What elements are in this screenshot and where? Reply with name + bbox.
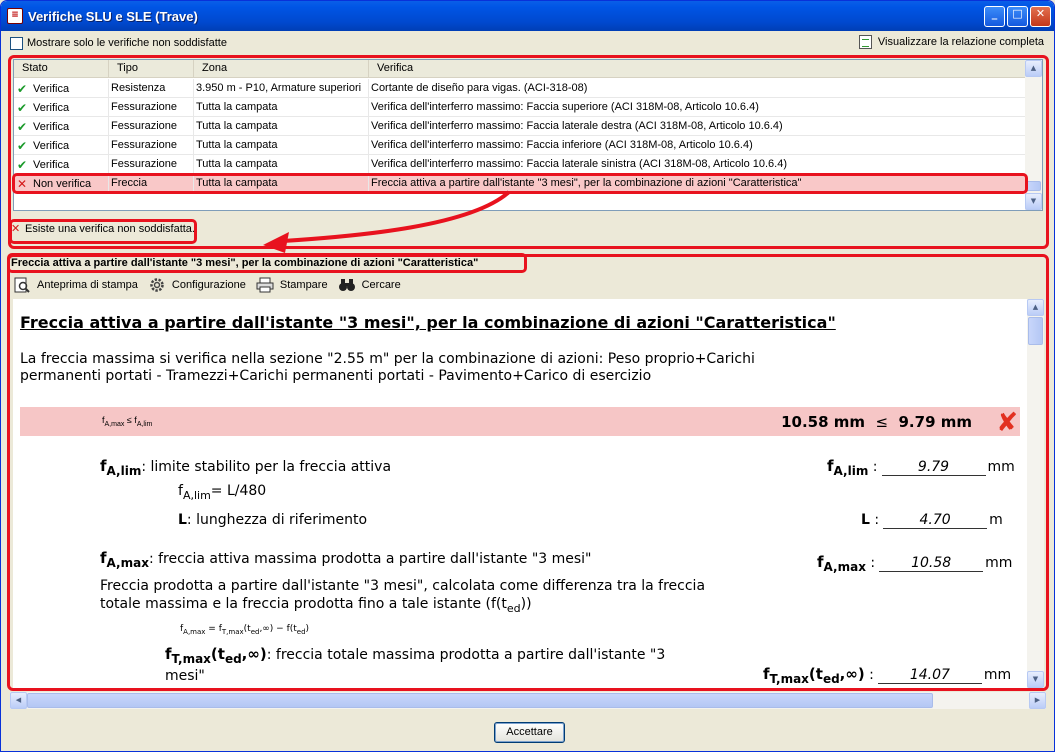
report-scroll-thumb[interactable] <box>1028 317 1043 345</box>
configuration-button[interactable]: Configurazione <box>148 277 246 293</box>
fmax-line: fA,max: freccia attiva massima prodotta … <box>100 549 592 570</box>
search-button[interactable]: Cercare <box>338 277 401 293</box>
check-values: 10.58 mm ≤ 9.79 mm <box>781 413 972 431</box>
scroll-down-arrow-icon[interactable]: ▼ <box>1027 671 1044 688</box>
ftmax-value-field: fT,max(ted,∞) :14.07 mm <box>763 665 1012 686</box>
flim-formula: fA,lim= L/480 <box>178 483 267 502</box>
scroll-right-arrow-icon[interactable]: ▶ <box>1029 692 1046 709</box>
flim-value-field: fA,lim :9.79 mm <box>827 457 1015 478</box>
print-button[interactable]: Stampare <box>256 277 328 293</box>
ftmax-line: fT,max(ted,∞): freccia totale massima pr… <box>165 645 666 666</box>
fail-x-icon: ✘ <box>996 408 1018 438</box>
section-header: Freccia attiva a partire dall'istante "3… <box>11 257 479 269</box>
gear-icon <box>150 278 164 292</box>
print-preview-icon <box>14 277 30 293</box>
flim-line: fA,lim: limite stabilito per la freccia … <box>100 457 392 478</box>
search-label: Cercare <box>361 279 401 291</box>
report-description: La freccia massima si verifica nella sez… <box>20 351 755 384</box>
report-content[interactable]: Freccia attiva a partire dall'istante "3… <box>13 299 1044 688</box>
fmax-description: Freccia prodotta a partire dall'istante … <box>100 578 706 615</box>
fmax-value-field: fA,max :10.58 mm <box>817 553 1013 574</box>
report-toolbar: Anteprima di stampa Configurazione Stamp… <box>13 274 411 296</box>
configuration-label: Configurazione <box>171 279 246 291</box>
L-value-field: L :4.70 m <box>861 512 1003 529</box>
accept-button[interactable]: Accettare <box>494 722 565 743</box>
scroll-left-arrow-icon[interactable]: ◀ <box>10 692 27 709</box>
report-title: Freccia attiva a partire dall'istante "3… <box>20 313 836 332</box>
ftmax-line-2: mesi" <box>165 668 205 684</box>
check-formula: fA,max ≤ fA,lim <box>102 415 153 428</box>
print-label: Stampare <box>279 279 328 291</box>
scroll-up-arrow-icon[interactable]: ▲ <box>1027 299 1044 316</box>
horizontal-scroll-thumb[interactable] <box>27 693 933 708</box>
fmax-formula: fA,max = fT,max(ted,∞) − f(ted) <box>180 624 310 636</box>
print-preview-button[interactable]: Anteprima di stampa <box>13 277 138 293</box>
printer-icon <box>256 277 274 293</box>
report-vertical-scrollbar[interactable]: ▲ ▼ <box>1027 299 1044 688</box>
L-line: L: lunghezza di riferimento <box>178 512 368 528</box>
main-window: ≡ Verifiche SLU e SLE (Trave) _ □ ✕ Most… <box>0 0 1055 752</box>
print-preview-label: Anteprima di stampa <box>37 279 138 291</box>
report-horizontal-scrollbar[interactable]: ◀ ▶ <box>10 692 1046 709</box>
check-result-band: fA,max ≤ fA,lim 10.58 mm ≤ 9.79 mm ✘ <box>20 407 1020 438</box>
binoculars-icon <box>338 279 355 291</box>
